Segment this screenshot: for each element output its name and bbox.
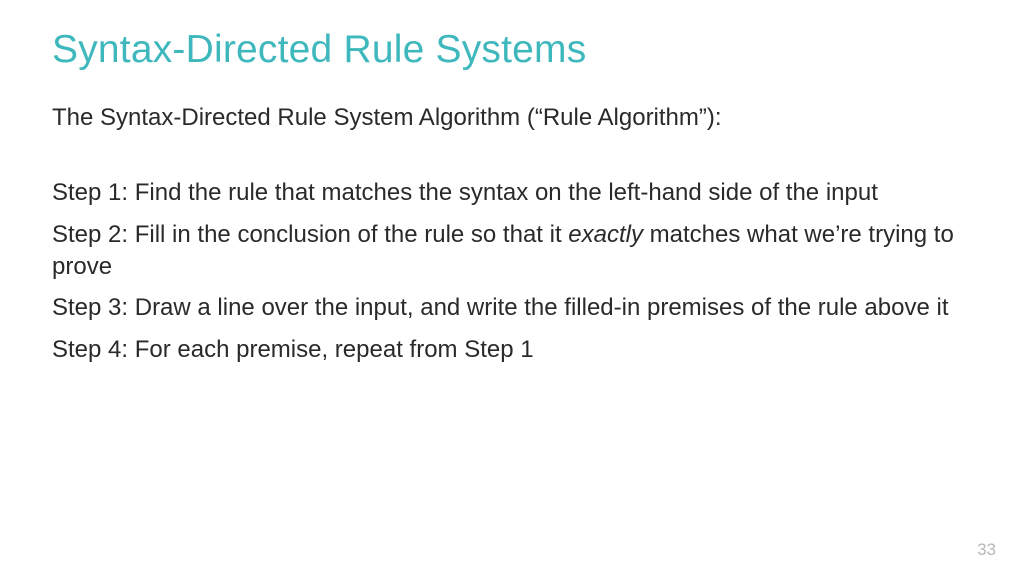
step-emphasis: exactly: [568, 221, 643, 248]
step-2: Step 2: Fill in the conclusion of the ru…: [52, 219, 972, 282]
step-1: Step 1: Find the rule that matches the s…: [52, 177, 972, 209]
step-text: For each premise, repeat from Step 1: [135, 336, 534, 363]
step-3: Step 3: Draw a line over the input, and …: [52, 292, 972, 324]
page-number: 33: [977, 540, 996, 560]
step-text: Draw a line over the input, and write th…: [135, 294, 949, 321]
step-4: Step 4: For each premise, repeat from St…: [52, 334, 972, 366]
step-label: Step 3:: [52, 294, 128, 321]
step-text-before: Fill in the conclusion of the rule so th…: [135, 221, 569, 248]
step-label: Step 4:: [52, 336, 128, 363]
slide-title: Syntax-Directed Rule Systems: [52, 28, 972, 72]
slide-intro: The Syntax-Directed Rule System Algorith…: [52, 102, 972, 133]
slide: Syntax-Directed Rule Systems The Syntax-…: [0, 0, 1024, 576]
step-label: Step 1:: [52, 179, 128, 206]
step-label: Step 2:: [52, 221, 128, 248]
step-text: Find the rule that matches the syntax on…: [135, 179, 878, 206]
